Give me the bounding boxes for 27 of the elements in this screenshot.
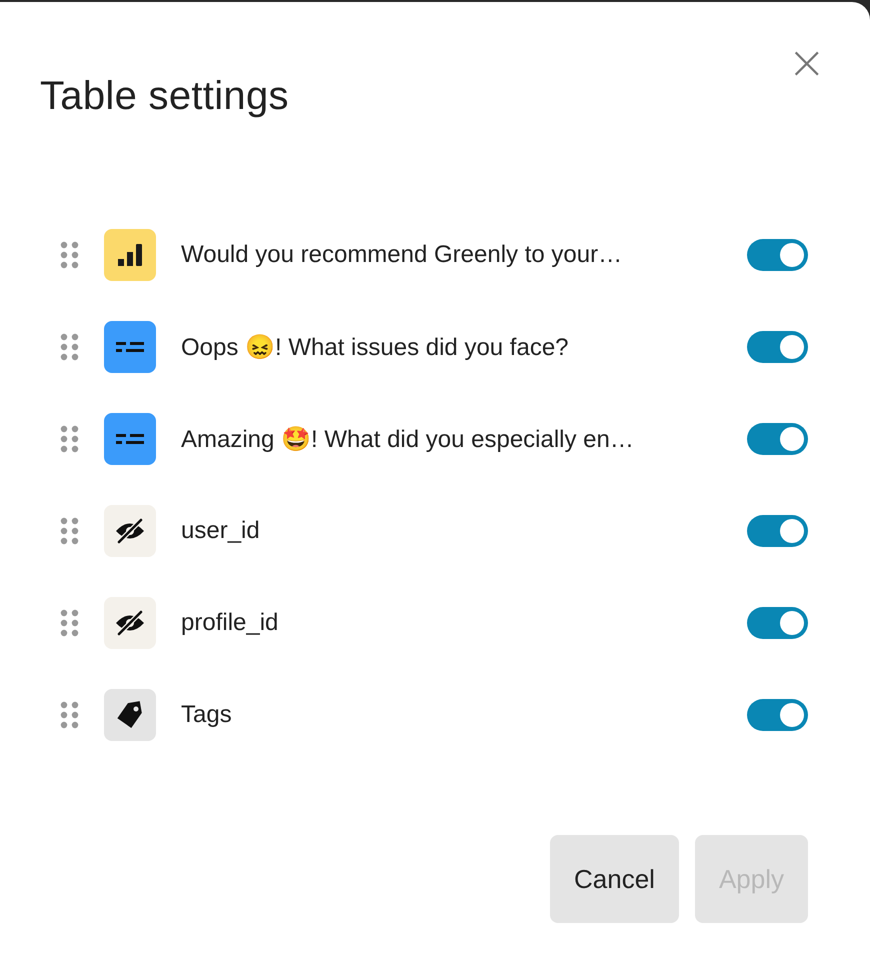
text-lines-icon <box>104 413 156 465</box>
drag-handle-icon[interactable] <box>60 333 80 361</box>
cancel-button[interactable]: Cancel <box>550 835 679 923</box>
column-label: Would you recommend Greenly to your… <box>181 241 624 269</box>
hidden-eye-icon <box>104 597 156 649</box>
toggle-switch[interactable] <box>747 331 808 363</box>
drag-handle-icon[interactable] <box>60 241 80 269</box>
drag-handle-icon[interactable] <box>60 701 80 729</box>
toggle-switch[interactable] <box>747 515 808 547</box>
drag-handle-icon[interactable] <box>60 517 80 545</box>
toggle-switch[interactable] <box>747 607 808 639</box>
column-label: user_id <box>181 517 261 545</box>
toggle-switch[interactable] <box>747 423 808 455</box>
toggle-switch[interactable] <box>747 239 808 271</box>
hidden-eye-icon <box>104 505 156 557</box>
text-lines-icon <box>104 321 156 373</box>
column-label: Amazing 🤩! What did you especially en… <box>181 424 635 454</box>
column-label: Oops 😖! What issues did you face? <box>181 332 570 362</box>
dialog-title: Table settings <box>40 74 290 119</box>
toggle-switch[interactable] <box>747 699 808 731</box>
close-button[interactable]: × <box>781 42 832 82</box>
drag-handle-icon[interactable] <box>60 609 80 637</box>
column-label: profile_id <box>181 609 280 637</box>
tag-icon <box>104 689 156 741</box>
drag-handle-icon[interactable] <box>60 425 80 453</box>
bar-chart-icon <box>104 229 156 281</box>
column-label: Tags <box>181 701 233 729</box>
